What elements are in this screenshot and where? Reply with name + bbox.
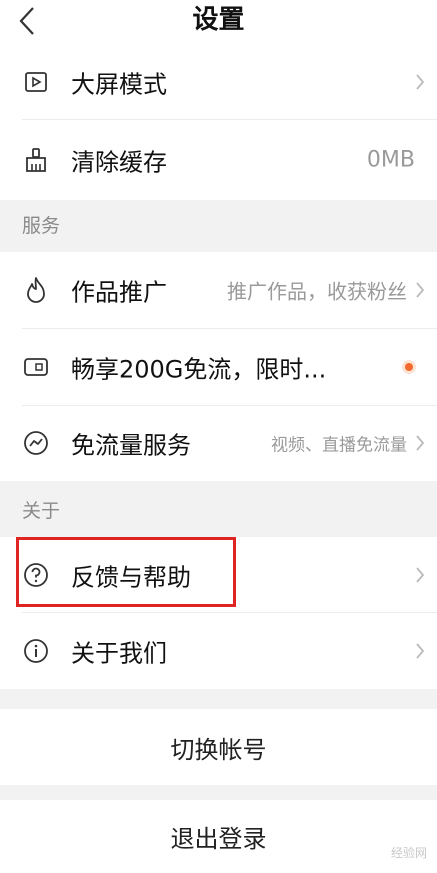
chevron-right-icon <box>413 280 427 300</box>
question-circle-icon <box>22 561 50 589</box>
logout-button[interactable]: 退出登录 <box>0 800 437 873</box>
free-data-service-item[interactable]: 免流量服务 视频、直播免流量 <box>0 405 437 481</box>
chevron-right-icon <box>413 72 427 92</box>
free-data-service-label: 免流量服务 <box>71 431 191 460</box>
page-title: 设置 <box>192 5 245 35</box>
free-data-promo-label: 畅享200G免流，限时... <box>71 355 327 383</box>
promote-works-hint: 推广作品，收获粉丝 <box>227 279 407 304</box>
free-data-service-hint: 视频、直播免流量 <box>271 435 407 456</box>
promote-works-label: 作品推广 <box>71 278 167 307</box>
feedback-help-label: 反馈与帮助 <box>71 563 191 591</box>
sim-card-icon <box>22 353 50 381</box>
notification-dot <box>405 362 413 371</box>
chevron-right-icon <box>413 641 427 661</box>
large-screen-mode-label: 大屏模式 <box>71 70 167 98</box>
large-screen-mode-item[interactable]: 大屏模式 <box>0 44 437 119</box>
free-data-promo-item[interactable]: 畅享200G免流，限时... <box>0 328 437 405</box>
promote-works-item[interactable]: 作品推广 推广作品，收获粉丝 <box>0 252 437 328</box>
broom-icon <box>22 146 50 174</box>
switch-account-button[interactable]: 切换帐号 <box>0 709 437 785</box>
chevron-right-icon <box>413 433 427 453</box>
services-group: 作品推广 推广作品，收获粉丝 畅享200G免流，限时... 免流量服务 视频、直… <box>0 252 437 481</box>
top-bar: 设置 <box>0 0 437 44</box>
clear-cache-item[interactable]: 清除缓存 0MB <box>0 119 437 200</box>
section-header-about: 关于 <box>22 500 61 522</box>
trend-circle-icon <box>22 429 50 457</box>
play-screen-icon <box>22 68 50 96</box>
about-us-item[interactable]: 关于我们 <box>0 612 437 689</box>
about-us-label: 关于我们 <box>71 639 167 667</box>
chevron-right-icon <box>413 565 427 585</box>
cache-size-value: 0MB <box>366 147 415 172</box>
watermark: 经验网 <box>390 846 427 860</box>
feedback-help-item[interactable]: 反馈与帮助 <box>0 537 437 612</box>
flame-icon <box>22 276 50 304</box>
section-header-services: 服务 <box>22 215 61 237</box>
info-circle-icon <box>22 637 50 665</box>
clear-cache-label: 清除缓存 <box>71 148 167 176</box>
about-group: 反馈与帮助 关于我们 <box>0 537 437 689</box>
display-settings-group: 大屏模式 清除缓存 0MB <box>0 44 437 200</box>
